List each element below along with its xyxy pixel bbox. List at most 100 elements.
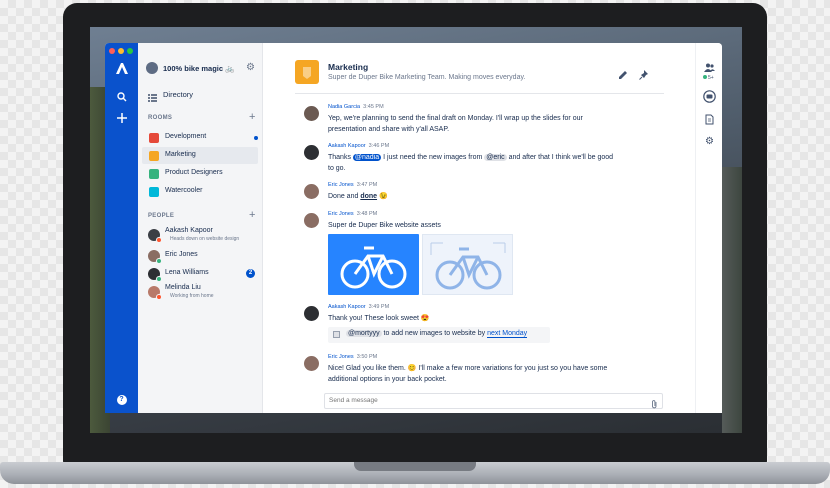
presence-dot [156, 294, 162, 300]
add-person-button[interactable]: + [249, 210, 255, 221]
message-author[interactable]: Aakash Kapoor [328, 143, 366, 149]
unread-count-badge: 2 [246, 269, 255, 278]
person-name: Lena Williams [165, 269, 209, 276]
app-logo-icon[interactable] [113, 60, 130, 77]
message-time: 3:45 PM [363, 104, 384, 110]
message-input[interactable] [329, 395, 639, 406]
room-label: Marketing [165, 151, 196, 158]
directory-link[interactable]: Directory [163, 90, 193, 99]
room-settings-gear-icon[interactable]: ⚙ [703, 135, 716, 148]
room-item-watercooler[interactable]: Watercooler [142, 183, 258, 200]
person-name: Eric Jones [165, 251, 198, 258]
task-checkbox[interactable] [333, 331, 340, 338]
unread-dot [254, 136, 258, 140]
mention-chip[interactable]: @eric [484, 154, 507, 161]
room-title: Marketing [328, 62, 369, 72]
create-plus-icon[interactable] [113, 109, 130, 126]
message-fragment: 😉 [377, 193, 388, 200]
person-status: Working from home [170, 293, 214, 299]
task-text: @mortyyy to add new images to website by… [346, 330, 528, 338]
help-label: ? [116, 394, 127, 405]
room-label: Watercooler [165, 187, 203, 194]
message-line: Nice! Glad you like them. 😊 I'll make a … [328, 365, 608, 372]
avatar [304, 145, 319, 160]
laptop-notch [354, 462, 476, 471]
message-meta: Eric Jones 3:50 PM [328, 354, 377, 360]
presence-dot [156, 276, 162, 282]
workspace-name[interactable]: 100% bike magic 🚲 [163, 64, 234, 73]
bike-illustration-icon [340, 246, 407, 289]
room-icon [149, 151, 159, 161]
message-text: Thank you! These look sweet 😍 [328, 315, 430, 322]
pin-icon[interactable] [639, 67, 649, 85]
message-line: additional options in your back pocket. [328, 376, 447, 383]
mention-chip[interactable]: @mortyyy [346, 330, 382, 337]
message-text: Nice! Glad you like them. 😊 I'll make a … [328, 363, 658, 385]
message-author[interactable]: Eric Jones [328, 211, 354, 217]
message-time: 3:49 PM [368, 304, 390, 310]
stride-app-window: ? 100% bike magic 🚲 ⚙ Directory ROOMS + … [105, 43, 722, 413]
help-icon[interactable]: ? [113, 391, 130, 408]
bike-blueprint-icon [430, 242, 506, 290]
member-count: 5+ [703, 75, 714, 81]
presence-dot [156, 237, 162, 243]
room-item-development[interactable]: Development [142, 129, 258, 146]
task-due-date[interactable]: next Monday [487, 330, 528, 338]
bike-image-attachment-2[interactable] [422, 234, 513, 295]
bike-image-attachment-1[interactable] [328, 234, 419, 295]
sidebar: 100% bike magic 🚲 ⚙ Directory ROOMS + De… [138, 43, 263, 413]
paperclip-icon[interactable] [651, 396, 658, 413]
add-room-button[interactable]: + [249, 112, 255, 123]
person-item-melinda[interactable]: Melinda Liu Working from home [142, 283, 258, 300]
task-item[interactable]: @mortyyy to add new images to website by… [328, 327, 550, 343]
message-composer[interactable] [324, 393, 663, 409]
message-meta: Eric Jones 3:47 PM [328, 182, 377, 188]
header-divider [295, 93, 664, 94]
avatar [304, 106, 319, 121]
gear-icon[interactable]: ⚙ [246, 62, 255, 73]
search-icon[interactable] [113, 88, 130, 105]
mention-chip[interactable]: @nadia [352, 154, 382, 161]
message-time: 3:47 PM [356, 182, 378, 188]
video-call-icon[interactable] [703, 90, 716, 103]
room-label: Development [165, 133, 207, 140]
files-icon[interactable] [703, 113, 716, 126]
person-name: Melinda Liu [165, 284, 201, 291]
person-item-lena[interactable]: Lena Williams 2 [142, 265, 258, 282]
room-topic: Super de Duper Bike Marketing Team. Maki… [328, 74, 526, 81]
person-item-aakash[interactable]: Aakash Kapoor Heads down on website desi… [142, 226, 258, 243]
message-author[interactable]: Eric Jones [328, 182, 354, 188]
avatar [304, 356, 319, 371]
message-text: Super de Duper Bike website assets [328, 222, 441, 229]
message-fragment: Done and [328, 193, 361, 200]
people-icon[interactable] [703, 61, 716, 74]
task-fragment: to add new images to website by [381, 330, 488, 337]
message-line: presentation and share with y'all ASAP. [328, 126, 450, 133]
presence-dot [156, 258, 162, 264]
person-item-eric[interactable]: Eric Jones [142, 247, 258, 264]
person-status: Heads down on website design [170, 236, 240, 242]
room-item-marketing[interactable]: Marketing [142, 147, 258, 164]
workspace-avatar[interactable] [146, 62, 158, 74]
room-icon [149, 169, 159, 179]
message-author[interactable]: Nadia Garcia [328, 104, 360, 110]
room-item-product-designers[interactable]: Product Designers [142, 165, 258, 182]
message-meta: Nadia Garcia 3:45 PM [328, 104, 384, 110]
message-fragment: Thanks [328, 154, 353, 161]
message-time: 3:50 PM [356, 354, 378, 360]
zoom-window-button[interactable] [127, 48, 133, 54]
message-author[interactable]: Eric Jones [328, 354, 354, 360]
room-avatar [295, 60, 319, 84]
room-icon [149, 187, 159, 197]
message-line: Yep, we're planning to send the final dr… [328, 115, 583, 122]
room-label: Product Designers [165, 169, 223, 176]
message-fragment: and after that I think we'll be good [506, 154, 614, 161]
room-icon [149, 133, 159, 143]
close-window-button[interactable] [109, 48, 115, 54]
message-text: Thanks @nadia I just need the new images… [328, 152, 648, 174]
rooms-section-title: ROOMS [148, 115, 173, 121]
minimize-window-button[interactable] [118, 48, 124, 54]
edit-pencil-icon[interactable] [618, 67, 628, 85]
message-author[interactable]: Aakash Kapoor [328, 304, 366, 310]
message-line: to go. [328, 165, 346, 172]
